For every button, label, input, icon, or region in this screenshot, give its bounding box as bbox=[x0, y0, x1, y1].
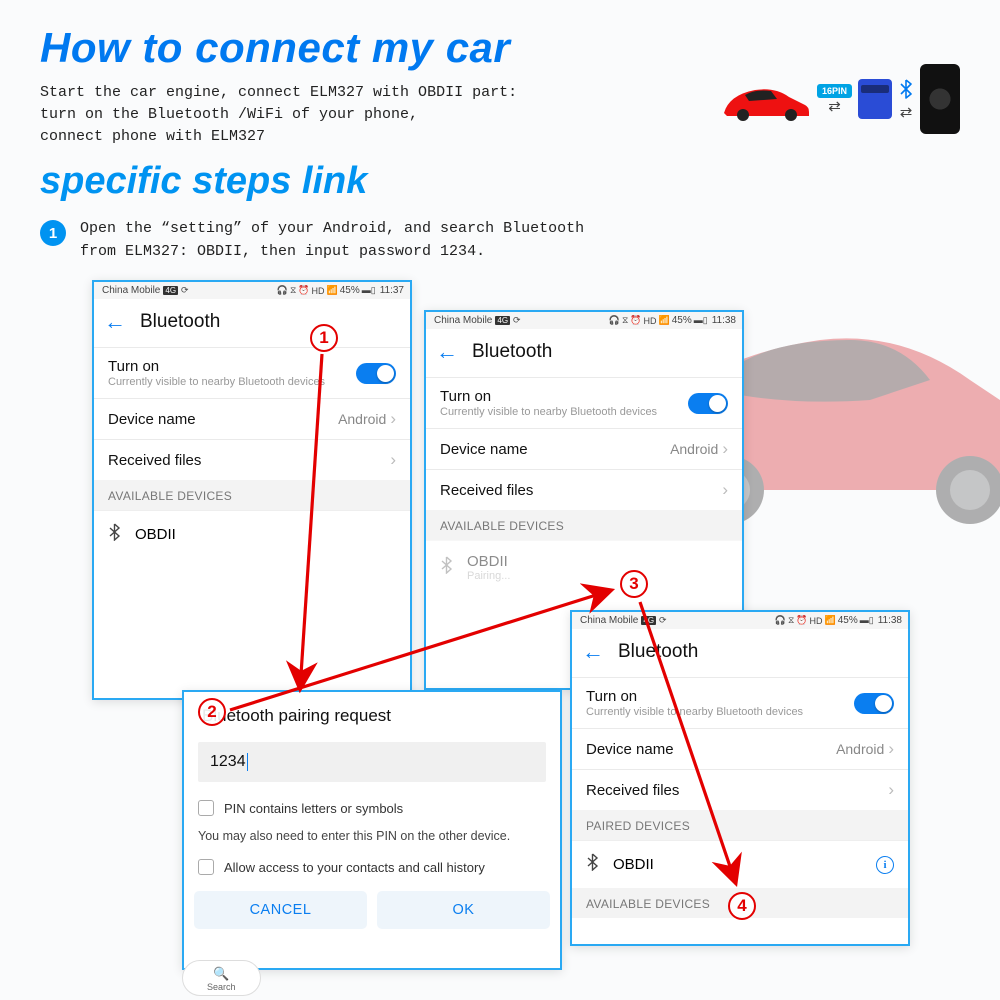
back-arrow-icon[interactable]: ← bbox=[582, 639, 604, 665]
annotation-circle-2: 2 bbox=[198, 698, 226, 726]
bluetooth-icon bbox=[586, 853, 599, 876]
status-bar: China Mobile4G⟳ 🎧⧖⏰HD📶45%▬▯11:38 bbox=[426, 312, 742, 329]
screenshot-1-bluetooth-list: China Mobile4G⟳ 🎧⧖⏰HD📶45%▬▯11:37 ← Bluet… bbox=[92, 280, 412, 700]
received-files-row[interactable]: Received files › bbox=[426, 469, 742, 510]
checkbox-icon[interactable] bbox=[198, 800, 214, 816]
visible-subtitle: Currently visible to nearby Bluetooth de… bbox=[586, 706, 803, 718]
chevron-right-icon: › bbox=[722, 439, 728, 459]
bluetooth-icon bbox=[440, 556, 453, 579]
allow-contacts-row[interactable]: Allow access to your contacts and call h… bbox=[184, 853, 560, 881]
intro-text: Start the car engine, connect ELM327 wit… bbox=[40, 82, 517, 147]
received-files-row[interactable]: Received files › bbox=[572, 769, 908, 810]
bluetooth-header: Bluetooth bbox=[618, 641, 698, 663]
received-files-label: Received files bbox=[108, 452, 201, 469]
pairing-status: Pairing... bbox=[467, 570, 510, 582]
pin-symbols-label: PIN contains letters or symbols bbox=[224, 801, 403, 816]
diagram-phone-icon bbox=[920, 64, 960, 134]
diagram-pin-label: 16PIN bbox=[817, 84, 852, 98]
step-1-badge: 1 bbox=[40, 220, 66, 246]
time-label: 11:37 bbox=[380, 285, 404, 296]
cancel-button[interactable]: CANCEL bbox=[194, 891, 367, 929]
device-obdii-label: OBDII bbox=[135, 526, 176, 543]
status-bar: China Mobile4G⟳ 🎧⧖⏰HD📶45%▬▯11:38 bbox=[572, 612, 908, 629]
paired-devices-label: PAIRED DEVICES bbox=[572, 810, 908, 840]
device-obdii-label: OBDII bbox=[613, 856, 654, 873]
pin-value: 1234 bbox=[210, 753, 246, 770]
available-devices-label: AVAILABLE DEVICES bbox=[426, 510, 742, 540]
received-files-row[interactable]: Received files › bbox=[94, 439, 410, 480]
search-button[interactable]: 🔍 Search bbox=[182, 960, 261, 996]
search-label: Search bbox=[207, 982, 236, 992]
chevron-right-icon: › bbox=[722, 480, 728, 500]
checkbox-icon[interactable] bbox=[198, 859, 214, 875]
battery-label: 45% bbox=[340, 285, 360, 296]
network-tag: 4G bbox=[163, 286, 178, 295]
annotation-circle-1: 1 bbox=[310, 324, 338, 352]
turn-on-label: Turn on bbox=[108, 358, 325, 375]
ok-button[interactable]: OK bbox=[377, 891, 550, 929]
turn-on-label: Turn on bbox=[440, 388, 657, 405]
pin-input[interactable]: 1234 bbox=[198, 742, 546, 782]
chevron-right-icon: › bbox=[888, 780, 894, 800]
screenshot-2-pairing-dialog: Bluetooth pairing request 1234 PIN conta… bbox=[182, 690, 562, 970]
subtitle: specific steps link bbox=[40, 160, 367, 203]
back-arrow-icon[interactable]: ← bbox=[104, 309, 126, 335]
turn-on-label: Turn on bbox=[586, 688, 803, 705]
available-devices-label: AVAILABLE DEVICES bbox=[94, 480, 410, 510]
diagram-obd-device-icon bbox=[858, 79, 892, 119]
device-name-value: Android bbox=[338, 411, 386, 427]
device-obdii-paired-row[interactable]: OBDII i bbox=[572, 840, 908, 888]
bluetooth-toggle[interactable] bbox=[854, 693, 894, 714]
main-title: How to connect my car bbox=[40, 24, 510, 72]
chevron-right-icon: › bbox=[888, 739, 894, 759]
annotation-circle-4: 4 bbox=[728, 892, 756, 920]
connection-diagram: 16PIN ⇄ ⇄ bbox=[721, 64, 960, 134]
dialog-title: Bluetooth pairing request bbox=[184, 692, 560, 738]
device-obdii-pairing-row[interactable]: OBDII Pairing... bbox=[426, 540, 742, 594]
diagram-car-icon bbox=[721, 77, 811, 122]
annotation-circle-3: 3 bbox=[620, 570, 648, 598]
allow-contacts-label: Allow access to your contacts and call h… bbox=[224, 860, 485, 875]
back-arrow-icon[interactable]: ← bbox=[436, 339, 458, 365]
device-obdii-row[interactable]: OBDII bbox=[94, 510, 410, 558]
pin-symbols-row[interactable]: PIN contains letters or symbols bbox=[184, 794, 560, 822]
diagram-bluetooth-icon bbox=[898, 79, 914, 104]
device-name-label: Device name bbox=[108, 411, 196, 428]
diagram-arrows-2: ⇄ bbox=[900, 105, 913, 120]
step-1-text: Open the “setting” of your Android, and … bbox=[80, 218, 584, 263]
visible-subtitle: Currently visible to nearby Bluetooth de… bbox=[440, 406, 657, 418]
step-1: 1 Open the “setting” of your Android, an… bbox=[40, 218, 584, 263]
device-name-row[interactable]: Device name Android› bbox=[572, 728, 908, 769]
chevron-right-icon: › bbox=[390, 450, 396, 470]
bluetooth-header: Bluetooth bbox=[140, 311, 220, 333]
status-bar: China Mobile4G⟳ 🎧⧖⏰HD📶45%▬▯11:37 bbox=[94, 282, 410, 299]
device-name-row[interactable]: Device name Android› bbox=[94, 398, 410, 439]
device-obdii-label: OBDII bbox=[467, 553, 510, 570]
diagram-arrows-1: ⇄ bbox=[828, 99, 841, 114]
visible-subtitle: Currently visible to nearby Bluetooth de… bbox=[108, 376, 325, 388]
bluetooth-toggle[interactable] bbox=[688, 393, 728, 414]
carrier-label: China Mobile bbox=[102, 285, 160, 296]
search-icon: 🔍 bbox=[213, 966, 229, 982]
bluetooth-icon bbox=[108, 523, 121, 546]
info-icon[interactable]: i bbox=[876, 856, 894, 874]
bluetooth-header: Bluetooth bbox=[472, 341, 552, 363]
device-name-row[interactable]: Device name Android› bbox=[426, 428, 742, 469]
dialog-note: You may also need to enter this PIN on t… bbox=[184, 822, 560, 853]
bluetooth-toggle[interactable] bbox=[356, 363, 396, 384]
chevron-right-icon: › bbox=[390, 409, 396, 429]
